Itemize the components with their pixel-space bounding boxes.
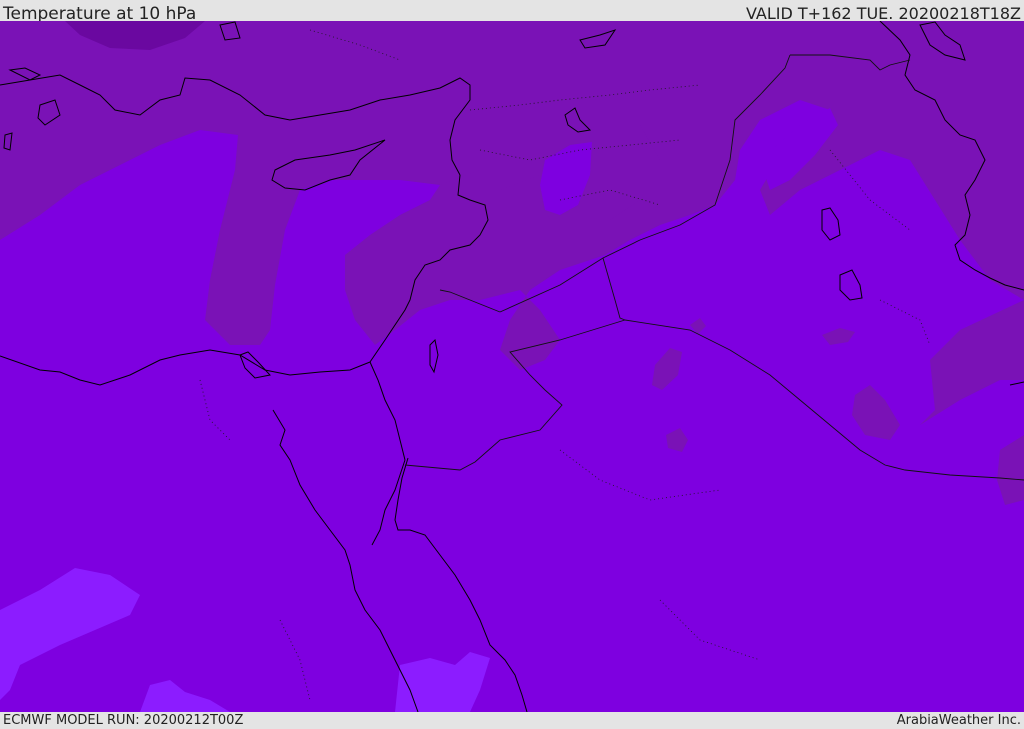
credit-label: ArabiaWeather Inc. xyxy=(896,713,1021,728)
header-bar: Temperature at 10 hPa VALID T+162 TUE. 2… xyxy=(0,0,1024,24)
temperature-map xyxy=(0,21,1024,712)
model-run-label: ECMWF MODEL RUN: 20200212T00Z xyxy=(3,713,244,728)
footer-bar: ECMWF MODEL RUN: 20200212T00Z ArabiaWeat… xyxy=(0,712,1024,729)
